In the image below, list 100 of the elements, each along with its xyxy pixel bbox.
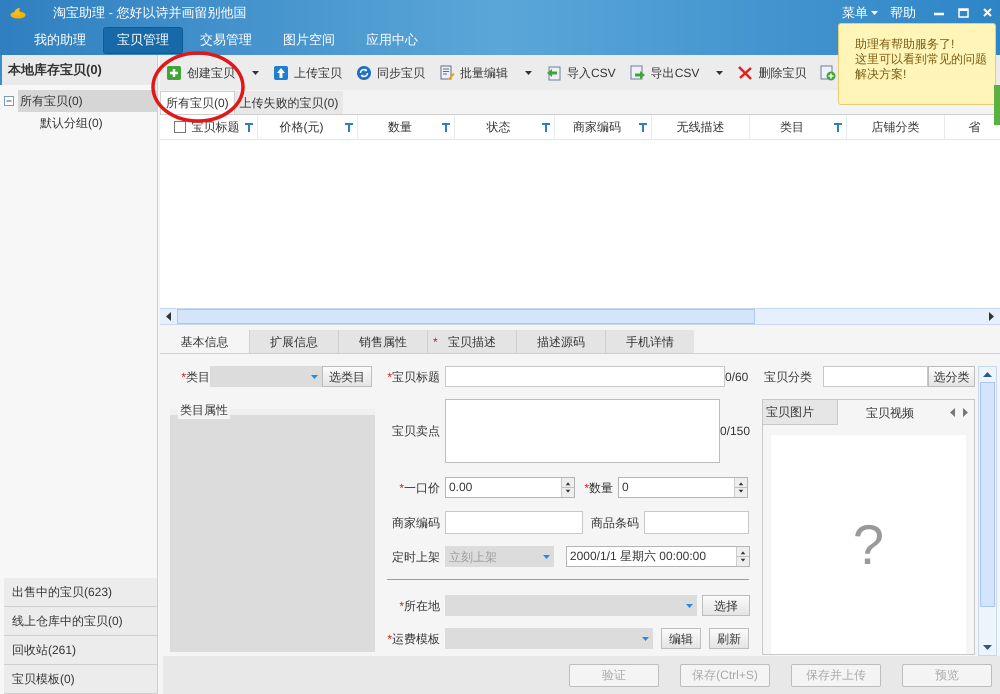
spin-arrows-icon[interactable] — [734, 478, 747, 497]
dropdown-caret-icon — [252, 70, 259, 74]
filter-icon[interactable] — [442, 122, 450, 132]
maximize-icon[interactable] — [958, 8, 969, 18]
column-header[interactable]: 状态 — [459, 118, 538, 136]
toolbar-button[interactable]: 导出CSV — [630, 64, 724, 82]
caret-icon — [871, 10, 878, 14]
tooltip-text: 助理有帮助服务了! — [855, 37, 956, 52]
field-label: *类目 — [180, 368, 210, 386]
toolbar-button[interactable]: 删除宝贝 — [737, 64, 806, 82]
list-tab[interactable]: 所有宝贝(0) — [160, 91, 235, 114]
detail-tab[interactable]: 销售属性 — [338, 330, 427, 353]
close-icon[interactable] — [983, 8, 992, 17]
detail-tab[interactable]: 手机详情 — [605, 330, 694, 353]
field-label: 商家编码 — [391, 514, 440, 532]
export-icon — [630, 64, 646, 80]
field-label: *数量 — [583, 480, 613, 496]
sidebar-nav-item[interactable]: 回收站(261) — [4, 636, 157, 665]
column-header[interactable]: 数量 — [362, 118, 438, 136]
column-header[interactable]: 无线描述 — [656, 118, 745, 136]
upload-icon — [273, 64, 289, 80]
help-link[interactable]: 帮助 — [890, 2, 916, 22]
filter-icon[interactable] — [245, 122, 253, 132]
column-header[interactable]: 省 — [949, 118, 1000, 136]
sidebar-nav-item[interactable]: 宝贝模板(0) — [4, 665, 157, 694]
toolbar-button[interactable]: 上传宝贝 — [273, 64, 342, 82]
form-button[interactable]: 编辑 — [661, 628, 701, 649]
next-arrow-icon[interactable] — [963, 408, 968, 417]
delete-x-icon — [737, 64, 754, 80]
dropdown-caret-icon — [525, 70, 532, 74]
horizontal-scrollbar[interactable] — [160, 308, 1000, 325]
title-input[interactable] — [445, 366, 725, 387]
collapse-icon[interactable] — [4, 96, 14, 106]
dropdown-caret-icon — [542, 554, 550, 558]
char-counter: 0/60 — [725, 368, 748, 386]
spin-arrows-icon[interactable] — [736, 547, 749, 566]
filter-icon[interactable] — [345, 122, 353, 132]
detail-tab[interactable]: 扩展信息 — [249, 330, 338, 353]
window-title: 淘宝助理 - 您好以诗并画留别他国 — [53, 4, 247, 22]
dropdown-caret-icon — [686, 604, 693, 608]
sidebar-header: 本地库存宝贝(0) — [0, 55, 157, 85]
field-label: 商品条码 — [590, 514, 639, 532]
dropdown-field[interactable] — [210, 366, 322, 387]
tree-item[interactable]: 默认分组(0) — [40, 112, 157, 134]
tooltip-text: 这里可以看到常见的问题 — [855, 52, 988, 67]
document-plus-icon — [820, 64, 836, 80]
sidebar-nav-item[interactable]: 出售中的宝贝(623) — [4, 578, 157, 607]
form-button[interactable]: 选类目 — [322, 366, 372, 387]
menu-button[interactable]: 菜单 — [842, 2, 878, 22]
hat-logo-icon — [10, 6, 26, 18]
field-label: 宝贝分类 — [763, 368, 812, 386]
vertical-scrollbar[interactable] — [978, 366, 997, 656]
field-label: 定时上架 — [391, 548, 440, 566]
dropdown-field[interactable] — [445, 595, 697, 616]
field-label: *一口价 — [398, 480, 440, 496]
merchant-code-input[interactable] — [445, 511, 583, 534]
column-header[interactable]: 价格(元) — [262, 118, 341, 136]
detail-tab[interactable]: * 宝贝描述 — [427, 330, 516, 353]
dropdown-caret-icon — [642, 636, 649, 640]
shop-category-input[interactable] — [823, 366, 928, 387]
detail-tab[interactable]: 描述源码 — [516, 330, 605, 353]
placeholder-question-mark: ? — [852, 516, 884, 572]
toolbar-button[interactable]: 导入CSV — [546, 64, 616, 82]
filter-icon[interactable] — [639, 122, 647, 132]
document-pencil-icon — [439, 64, 455, 80]
toolbar-button[interactable]: 同步宝贝 — [356, 64, 425, 82]
spin-arrows-icon[interactable] — [561, 478, 574, 497]
tree-item[interactable]: 所有宝贝(0) — [18, 90, 157, 112]
checkbox[interactable] — [174, 121, 186, 133]
filter-icon[interactable] — [542, 122, 550, 132]
column-header[interactable]: 商家编码 — [559, 118, 635, 136]
dropdown-caret-icon — [716, 70, 724, 74]
field-label: *运费模板 — [386, 630, 440, 648]
column-header[interactable]: 店铺分类 — [851, 118, 940, 136]
form-button[interactable]: 刷新 — [709, 628, 749, 649]
column-header[interactable]: 类目 — [754, 118, 830, 136]
media-tab[interactable]: 宝贝图片 — [763, 400, 838, 425]
toolbar-button[interactable] — [820, 64, 836, 80]
dropdown-field[interactable] — [445, 628, 653, 649]
form-button[interactable]: 选分类 — [928, 366, 975, 387]
nav-tab[interactable]: 宝贝管理 — [103, 26, 183, 54]
barcode-input[interactable] — [644, 511, 749, 534]
nav-tab[interactable]: 我的助理 — [20, 26, 100, 54]
field-label: 宝贝卖点 — [391, 423, 440, 440]
form-button[interactable]: 选择 — [702, 595, 750, 616]
toolbar-button[interactable]: 批量编辑 — [439, 64, 532, 82]
sync-icon — [356, 64, 372, 80]
spin-field[interactable]: 0 — [618, 477, 748, 498]
tooltip-text: 解决方案! — [855, 67, 908, 82]
filter-icon[interactable] — [834, 122, 842, 132]
sidebar-nav-item[interactable]: 线上仓库中的宝贝(0) — [4, 607, 157, 636]
list-tab[interactable]: 上传失败的宝贝(0) — [234, 91, 344, 114]
prev-arrow-icon[interactable] — [950, 408, 955, 417]
char-counter: 0/150 — [720, 423, 750, 440]
field-label: *宝贝标题 — [386, 368, 440, 386]
spin-field[interactable]: 0.00 — [445, 477, 575, 498]
plus-icon — [166, 64, 182, 80]
group-title: 类目属性 — [178, 401, 230, 419]
toolbar-button[interactable]: 创建宝贝 — [166, 64, 259, 82]
field-label: *所在地 — [398, 598, 440, 614]
